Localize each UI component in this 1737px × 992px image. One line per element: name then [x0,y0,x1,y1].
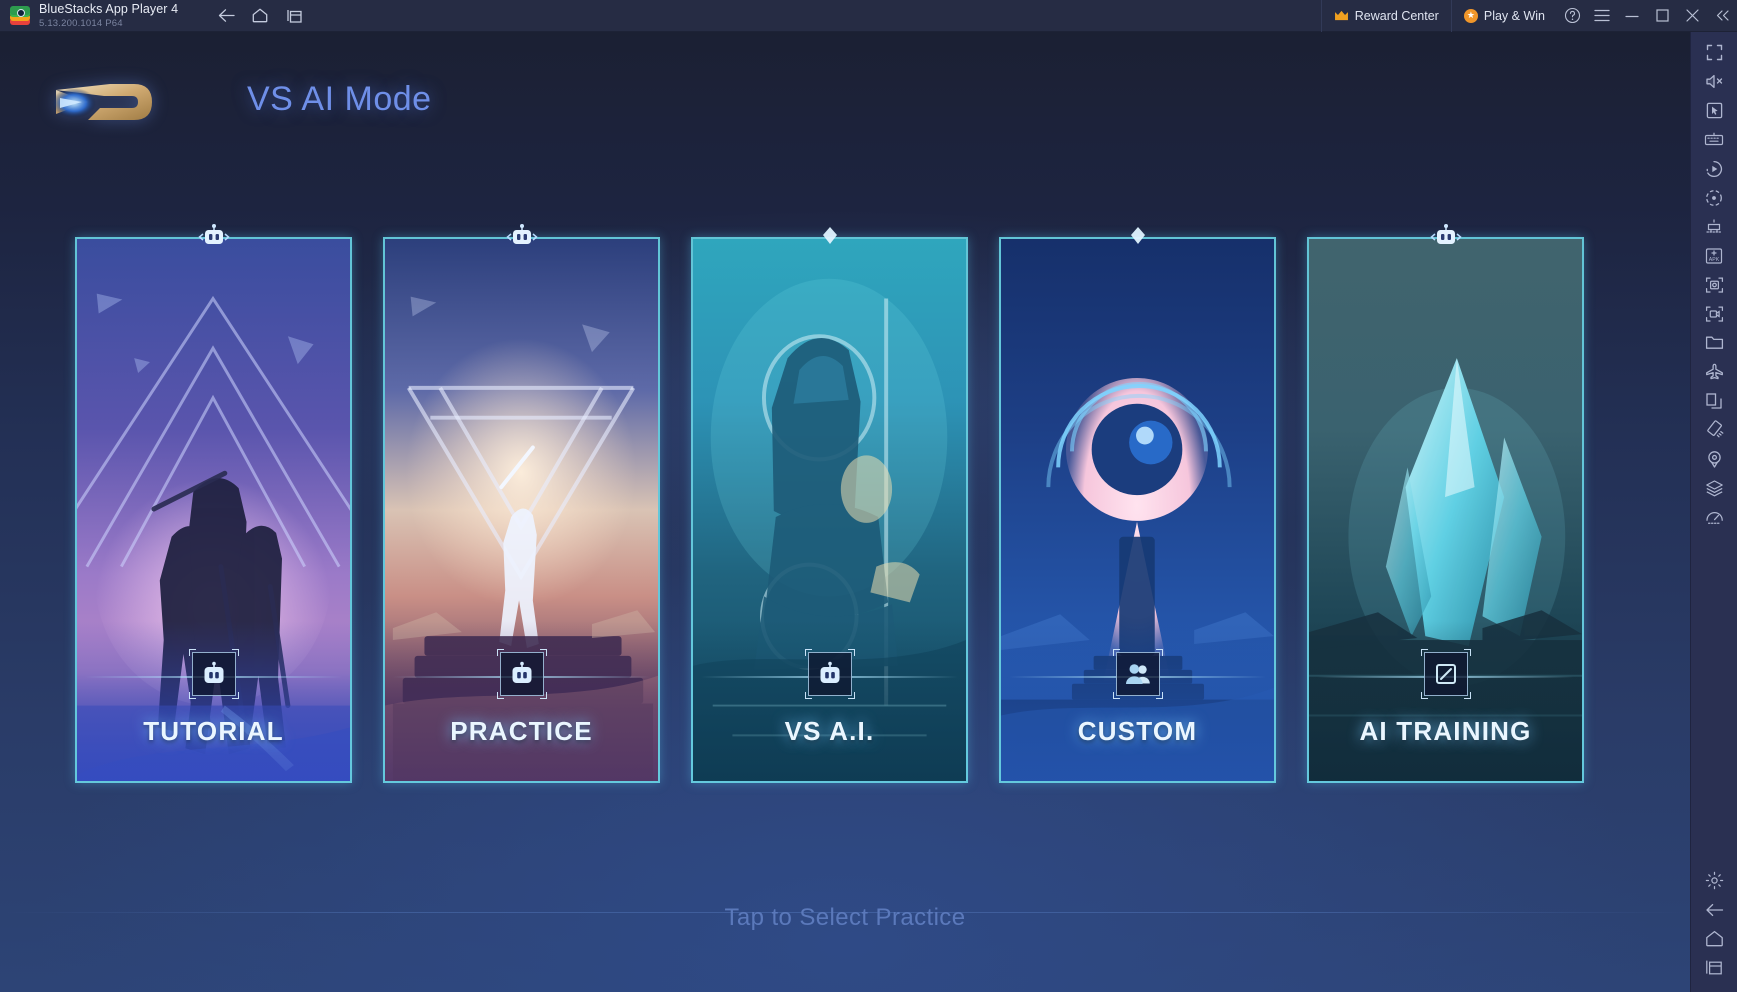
mute-icon[interactable] [1698,67,1730,96]
layers-icon[interactable] [1698,473,1730,502]
mode-card-list: TUTORIAL PRACTICE VS A.I. CUSTOM AI TRAI… [0,205,1690,785]
page-title: VS AI Mode [247,80,432,118]
record-screen-icon[interactable] [1698,299,1730,328]
diamond-icon [1130,227,1145,244]
tap-to-select-hint: Tap to Select Practice [724,904,966,931]
bluestacks-sidebar: APK [1690,32,1737,992]
reward-center-label: Reward Center [1354,8,1439,23]
home-icon[interactable] [1698,924,1730,953]
game-viewport[interactable]: VS AI Mode TUTORIAL PRACTICE VS A.I. CUS… [0,32,1690,992]
gear-icon[interactable] [1698,866,1730,895]
card-art-custom [1001,239,1274,781]
home-button[interactable] [246,4,274,28]
fullscreen-icon[interactable] [1698,38,1730,67]
mode-card-tutorial[interactable]: TUTORIAL [75,224,352,783]
coin-icon: ★ [1463,8,1478,23]
rotate-icon[interactable] [1698,415,1730,444]
app-title-block: BlueStacks App Player 4 5.13.200.1014 P6… [39,3,178,28]
mode-card-vs-ai[interactable]: VS A.I. [691,227,968,783]
diamond-icon [822,227,837,244]
airplane-icon[interactable] [1698,357,1730,386]
media-manager-icon[interactable] [1698,328,1730,357]
card-badge-ai-training [1420,649,1471,699]
title-bar: BlueStacks App Player 4 5.13.200.1014 P6… [0,0,1737,32]
performance-icon[interactable] [1698,502,1730,531]
card-art-ai-training [1309,239,1582,781]
maximize-button[interactable] [1647,0,1677,32]
card-topmark-vs-ai [812,221,848,251]
app-version: 5.13.200.1014 P64 [39,17,123,29]
robot-icon [512,661,531,683]
collapse-sidebar-button[interactable] [1707,0,1737,32]
app-window: BlueStacks App Player 4 5.13.200.1014 P6… [0,0,1737,992]
card-art-vs-ai [693,239,966,781]
reward-center-button[interactable]: Reward Center [1320,0,1451,32]
game-brand-logo-icon [48,72,170,134]
card-art-practice [385,239,658,781]
recent-apps-icon[interactable] [1698,953,1730,982]
mode-card-ai-training[interactable]: AI TRAINING [1307,224,1584,783]
back-button[interactable] [212,4,240,28]
minimize-button[interactable] [1617,0,1647,32]
svg-text:APK: APK [1709,257,1720,263]
card-art-tutorial [77,239,350,781]
title-nav-buttons [212,4,308,28]
card-badge-vs-ai [804,649,855,699]
cursor-icon[interactable] [1698,96,1730,125]
help-button[interactable] [1557,0,1587,32]
card-topmark-practice [504,221,540,251]
back-icon[interactable] [1698,895,1730,924]
slash-square-icon [1435,664,1456,684]
eco-mode-icon[interactable] [1698,183,1730,212]
card-badge-custom [1112,649,1163,699]
mode-card-custom[interactable]: CUSTOM [999,227,1276,783]
multi-instance-button[interactable] [280,4,308,28]
close-button[interactable] [1677,0,1707,32]
people-icon [1125,664,1150,684]
play-and-win-button[interactable]: ★ Play & Win [1450,0,1557,32]
play-and-win-label: Play & Win [1483,8,1545,23]
robot-icon [204,661,223,683]
install-apk-icon[interactable]: APK [1698,241,1730,270]
screenshot-icon[interactable] [1698,270,1730,299]
macro-play-icon[interactable] [1698,154,1730,183]
bluestacks-logo-icon [10,5,30,26]
card-badge-tutorial [188,649,239,699]
robot-icon [820,661,839,683]
card-topmark-ai-training [1428,221,1464,251]
keyboard-icon[interactable] [1698,125,1730,154]
card-topmark-custom [1120,221,1156,251]
crown-icon [1334,10,1348,20]
card-badge-practice [496,649,547,699]
card-topmark-tutorial [196,221,232,251]
app-title: BlueStacks App Player 4 [39,2,179,16]
copy-icon[interactable] [1698,386,1730,415]
multi-instance-sync-icon[interactable] [1698,212,1730,241]
mode-card-practice[interactable]: PRACTICE [383,224,660,783]
title-bar-right: Reward Center ★ Play & Win [1320,0,1737,32]
location-pin-icon[interactable] [1698,444,1730,473]
menu-button[interactable] [1587,0,1617,32]
